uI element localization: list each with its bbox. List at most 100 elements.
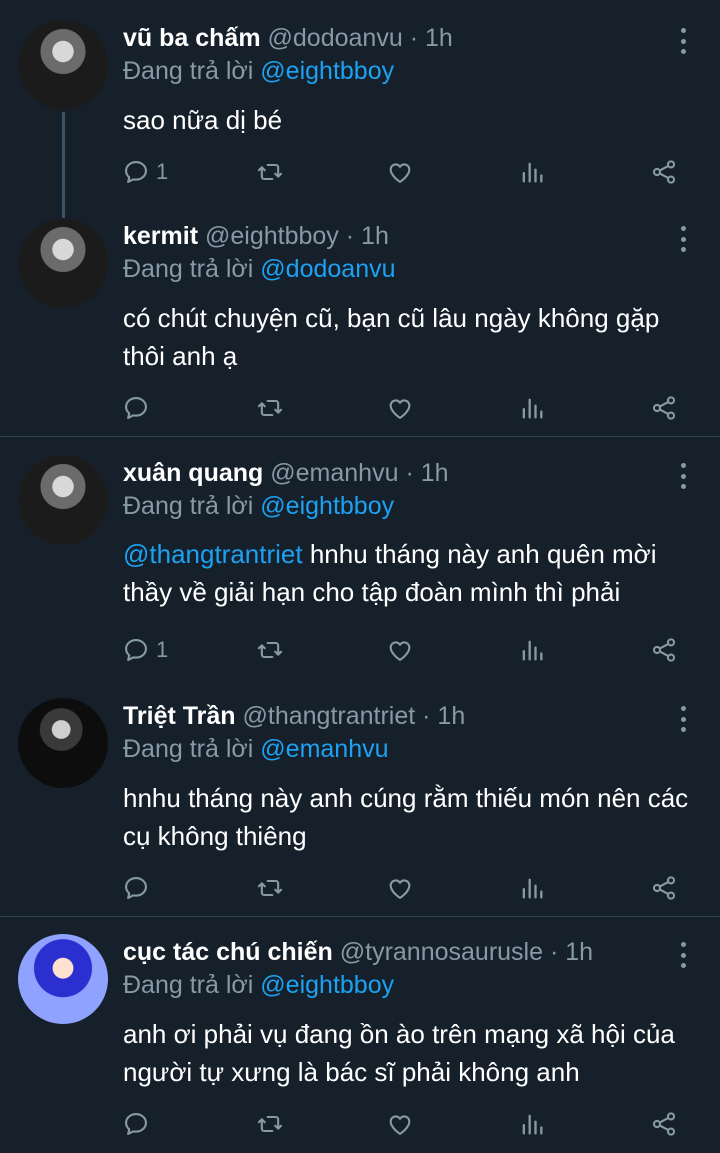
- retweet-button[interactable]: [256, 390, 284, 426]
- share-button[interactable]: [650, 154, 678, 190]
- avatar[interactable]: [18, 698, 108, 788]
- share-button[interactable]: [650, 1106, 678, 1142]
- like-icon: [389, 163, 411, 183]
- like-button[interactable]: [386, 154, 414, 190]
- like-icon: [389, 399, 411, 419]
- reply-mention-link[interactable]: @eightbboy: [260, 492, 394, 520]
- reply-icon: [125, 1113, 147, 1135]
- share-button[interactable]: [650, 632, 678, 668]
- reply-icon: [125, 639, 147, 661]
- reply-icon: [125, 397, 147, 419]
- more-options-button[interactable]: [672, 224, 694, 254]
- more-options-button[interactable]: [672, 940, 694, 970]
- reply-mention-link[interactable]: @emanhvu: [260, 735, 388, 763]
- more-icon: [680, 463, 686, 468]
- like-icon: [389, 879, 411, 899]
- more-options-button[interactable]: [672, 461, 694, 491]
- share-icon: [652, 160, 676, 184]
- stats-icon: [522, 398, 543, 419]
- tweet[interactable]: vũ ba chấm @dodoanvu · 1h Đang trả lời @…: [0, 20, 720, 232]
- timestamp[interactable]: · 1h: [410, 24, 453, 52]
- share-button[interactable]: [650, 390, 678, 426]
- reply-button[interactable]: [122, 1106, 156, 1142]
- share-icon: [652, 638, 676, 662]
- tweet-actions: [0, 870, 720, 906]
- tweet[interactable]: xuân quang @emanhvu · 1h Đang trả lời @e…: [0, 455, 720, 665]
- text-mention-link[interactable]: @thangtrantriet: [123, 539, 303, 569]
- reply-button[interactable]: 1: [122, 154, 168, 190]
- avatar[interactable]: [18, 934, 108, 1024]
- tweet[interactable]: Triệt Trần @thangtrantriet · 1h Đang trả…: [0, 698, 720, 908]
- retweet-icon: [257, 1115, 283, 1133]
- reply-mention-link[interactable]: @dodoanvu: [260, 255, 395, 283]
- retweet-button[interactable]: [256, 632, 284, 668]
- display-name[interactable]: vũ ba chấm: [123, 24, 261, 52]
- retweet-button[interactable]: [256, 154, 284, 190]
- like-button[interactable]: [386, 632, 414, 668]
- username[interactable]: @eightbboy: [205, 222, 339, 250]
- reply-count: 1: [156, 159, 169, 184]
- replying-to: Đang trả lời @dodoanvu: [123, 255, 396, 283]
- timestamp[interactable]: · 1h: [422, 702, 465, 730]
- stats-button[interactable]: [518, 1106, 546, 1142]
- retweet-button[interactable]: [256, 1106, 284, 1142]
- replying-to: Đang trả lời @eightbboy: [123, 971, 395, 999]
- like-button[interactable]: [386, 1106, 414, 1142]
- display-name[interactable]: Triệt Trần: [123, 702, 236, 730]
- tweet-text: có chút chuyện cũ, bạn cũ lâu ngày không…: [123, 303, 660, 371]
- divider: [0, 436, 720, 437]
- retweet-button[interactable]: [256, 870, 284, 906]
- tweet-actions: [0, 390, 720, 426]
- display-name[interactable]: kermit: [123, 222, 198, 250]
- share-icon: [652, 1112, 676, 1136]
- stats-button[interactable]: [518, 154, 546, 190]
- more-icon: [680, 706, 686, 711]
- tweet-text: sao nữa dị bé: [123, 105, 283, 135]
- tweet[interactable]: cục tác chú chiến @tyrannosaurusle · 1h …: [0, 934, 720, 1149]
- stats-icon: [522, 640, 543, 661]
- stats-button[interactable]: [518, 390, 546, 426]
- tweet-text: @thangtrantriet hnhu tháng này anh quên …: [123, 539, 657, 607]
- more-options-button[interactable]: [672, 704, 694, 734]
- replying-to: Đang trả lời @emanhvu: [123, 735, 389, 763]
- retweet-icon: [257, 163, 283, 181]
- reply-mention-link[interactable]: @eightbboy: [260, 57, 394, 85]
- username[interactable]: @dodoanvu: [268, 24, 403, 52]
- tweet-actions: 1: [0, 154, 720, 190]
- stats-button[interactable]: [518, 632, 546, 668]
- avatar[interactable]: [18, 20, 108, 110]
- username[interactable]: @tyrannosaurusle: [340, 938, 543, 966]
- reply-thread: vũ ba chấm @dodoanvu · 1h Đang trả lời @…: [0, 0, 720, 1153]
- display-name[interactable]: cục tác chú chiến: [123, 938, 333, 966]
- reply-mention-link[interactable]: @eightbboy: [260, 971, 394, 999]
- share-icon: [652, 876, 676, 900]
- reply-button[interactable]: [122, 870, 156, 906]
- like-icon: [389, 641, 411, 661]
- timestamp[interactable]: · 1h: [346, 222, 389, 250]
- tweet-text: anh ơi phải vụ đang ồn ào trên mạng xã h…: [123, 1019, 675, 1087]
- like-icon: [389, 1115, 411, 1135]
- more-options-button[interactable]: [672, 26, 694, 56]
- reply-button[interactable]: 1: [122, 632, 168, 668]
- divider: [0, 916, 720, 917]
- stats-icon: [522, 162, 543, 183]
- tweet[interactable]: kermit @eightbboy · 1h Đang trả lời @dod…: [0, 218, 720, 428]
- timestamp[interactable]: · 1h: [405, 459, 448, 487]
- username[interactable]: @emanhvu: [270, 459, 398, 487]
- avatar[interactable]: [18, 455, 108, 545]
- like-button[interactable]: [386, 870, 414, 906]
- like-button[interactable]: [386, 390, 414, 426]
- replying-to: Đang trả lời @eightbboy: [123, 57, 395, 85]
- reply-icon: [125, 877, 147, 899]
- reply-icon: [125, 161, 147, 183]
- username[interactable]: @thangtrantriet: [243, 702, 416, 730]
- stats-icon: [522, 878, 543, 899]
- display-name[interactable]: xuân quang: [123, 459, 263, 487]
- stats-button[interactable]: [518, 870, 546, 906]
- timestamp[interactable]: · 1h: [550, 938, 593, 966]
- share-button[interactable]: [650, 870, 678, 906]
- avatar[interactable]: [18, 218, 108, 308]
- tweet-actions: 1: [0, 632, 720, 668]
- reply-button[interactable]: [122, 390, 156, 426]
- stats-icon: [522, 1114, 543, 1135]
